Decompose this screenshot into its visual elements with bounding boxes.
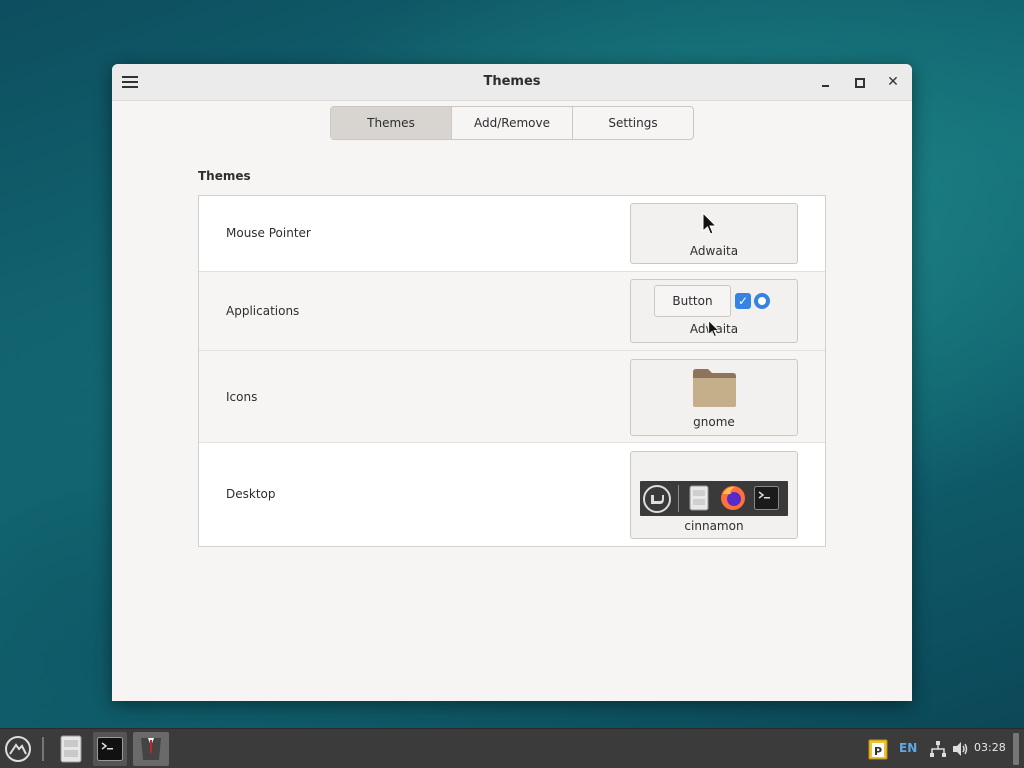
mint-logo-icon [643,485,671,513]
file-cabinet-icon [689,485,709,511]
checkbox-preview-icon: ✓ [735,293,751,309]
tab-bar: Themes Add/Remove Settings [330,106,694,140]
minimize-button[interactable] [815,73,835,91]
firefox-icon [721,486,745,510]
title-bar[interactable]: Themes ✕ [112,64,912,101]
mouse-pointer-chooser[interactable]: Adwaita [630,203,798,264]
radio-preview-icon [754,293,770,309]
tab-settings[interactable]: Settings [573,107,693,139]
row-desktop: Desktop cinnamon [199,443,825,547]
chooser-value: gnome [693,415,735,429]
maximize-button[interactable] [849,73,869,91]
keyboard-layout-indicator[interactable]: EN [899,741,917,755]
taskbar-separator [42,737,44,761]
separator [678,485,679,512]
row-label: Applications [226,304,300,318]
row-label: Icons [226,390,258,404]
row-icons: Icons gnome [199,351,825,443]
folder-icon [693,369,736,407]
show-desktop-button[interactable] [1013,733,1019,765]
clock[interactable]: 03:28 [974,741,1006,754]
terminal-icon [97,737,123,761]
terminal-icon [754,486,779,510]
window-title: Themes [483,74,541,89]
taskbar: P EN 03:28 [0,728,1024,768]
tab-add-remove[interactable]: Add/Remove [452,107,573,139]
icons-chooser[interactable]: gnome [630,359,798,436]
section-title: Themes [198,169,251,183]
network-icon[interactable] [929,740,947,758]
themes-window: Themes ✕ Themes Add/Remove Settings Them… [112,64,912,701]
chooser-value: Adwaita [689,244,739,258]
desktop-chooser[interactable]: cinnamon [630,451,798,539]
row-mouse-pointer: Mouse Pointer Adwaita [199,196,825,272]
row-label: Mouse Pointer [226,226,311,240]
close-button[interactable]: ✕ [883,73,903,91]
volume-icon[interactable] [951,740,969,758]
themes-list: Mouse Pointer Adwaita Applications Butto… [198,195,826,547]
file-manager-icon[interactable] [60,735,82,763]
preview-button: Button [654,285,731,317]
themes-taskbar-button[interactable] [133,732,169,766]
chooser-value: cinnamon [684,519,744,533]
svg-text:P: P [874,745,882,758]
tab-themes[interactable]: Themes [331,107,452,139]
row-applications: Applications Button ✓ Adwaita [199,272,825,351]
terminal-taskbar-button[interactable] [93,732,127,766]
row-label: Desktop [226,487,276,501]
cursor-arrow-icon [702,212,718,235]
menu-icon[interactable] [4,735,32,763]
clipboard-icon[interactable]: P [868,738,888,760]
mouse-cursor-icon [708,320,720,337]
desktop-panel-preview [640,481,788,516]
themes-app-icon [141,738,161,760]
